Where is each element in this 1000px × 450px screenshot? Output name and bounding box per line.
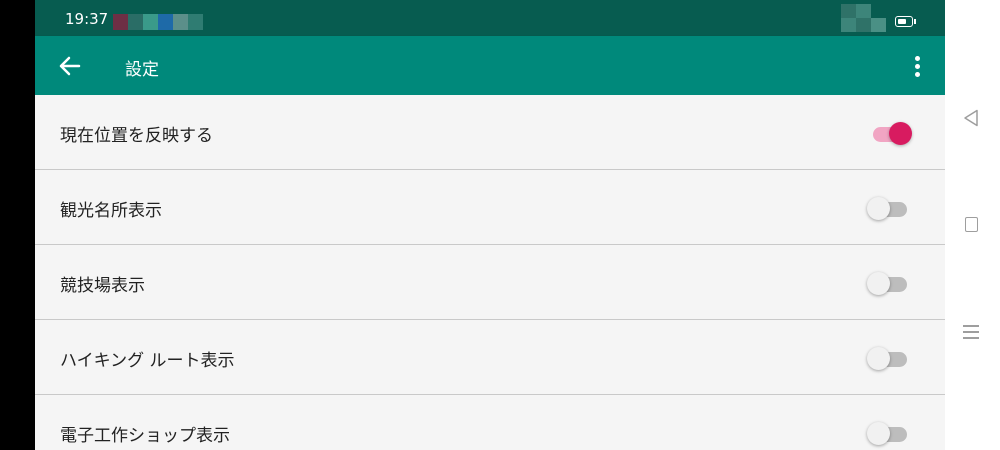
notification-icon <box>113 14 128 30</box>
setting-row-hiking-routes[interactable]: ハイキング ルート表示 <box>35 320 945 395</box>
battery-icon <box>895 16 916 27</box>
setting-label: ハイキング ルート表示 <box>60 351 235 371</box>
system-nav-bar <box>945 0 1000 450</box>
left-bezel <box>0 0 35 450</box>
toggle-switch[interactable] <box>867 194 909 220</box>
setting-label: 観光名所表示 <box>60 201 162 221</box>
app-screen: 19:37 設定 現在位置を反映する 観光名所表示 競技場表示 ハイキング ルー… <box>35 0 945 450</box>
settings-list: 現在位置を反映する 観光名所表示 競技場表示 ハイキング ルート表示 電子工作シ… <box>35 95 945 450</box>
notification-icon <box>158 14 173 30</box>
setting-label: 電子工作ショップ表示 <box>60 426 230 446</box>
notification-icon <box>173 14 188 30</box>
notification-icon <box>188 14 203 30</box>
menu-lines-icon[interactable] <box>963 325 979 339</box>
notification-icon <box>128 14 143 30</box>
setting-row-electronics-shops[interactable]: 電子工作ショップ表示 <box>35 395 945 450</box>
setting-label: 競技場表示 <box>60 276 145 296</box>
square-home-icon[interactable] <box>965 217 978 232</box>
app-toolbar: 設定 <box>35 36 945 95</box>
setting-label: 現在位置を反映する <box>60 126 213 146</box>
arrow-left-icon <box>59 56 81 76</box>
toggle-switch[interactable] <box>867 344 909 370</box>
back-button[interactable] <box>53 50 89 82</box>
signal-icons <box>841 4 886 32</box>
status-time: 19:37 <box>65 10 109 28</box>
notification-icons <box>113 14 203 30</box>
toggle-switch[interactable] <box>867 269 909 295</box>
toggle-switch[interactable] <box>867 119 912 145</box>
toggle-switch[interactable] <box>867 419 909 445</box>
page-title: 設定 <box>125 60 159 80</box>
more-vert-icon[interactable] <box>903 52 931 82</box>
setting-row-current-location[interactable]: 現在位置を反映する <box>35 95 945 170</box>
setting-row-stadiums[interactable]: 競技場表示 <box>35 245 945 320</box>
status-bar: 19:37 <box>35 0 945 36</box>
triangle-back-icon[interactable] <box>963 109 979 127</box>
notification-icon <box>143 14 158 30</box>
setting-row-tourist-spots[interactable]: 観光名所表示 <box>35 170 945 245</box>
